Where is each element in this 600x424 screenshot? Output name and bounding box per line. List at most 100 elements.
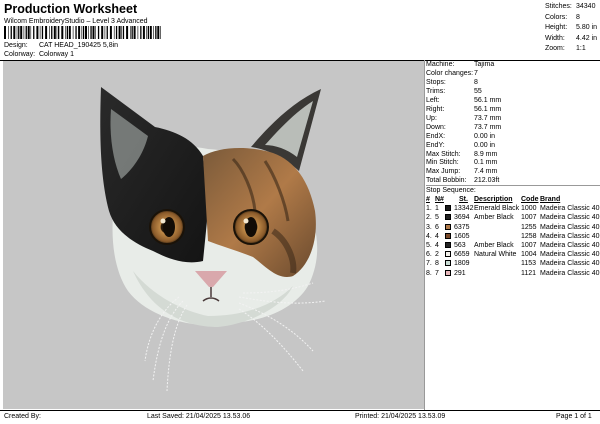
thread-color-swatch <box>445 214 451 221</box>
last-saved: Last Saved: 21/04/2025 13.53.06 <box>147 413 251 420</box>
needle-number: 6 <box>435 223 439 231</box>
stop-sequence-title: Stop Sequence: <box>426 185 600 194</box>
software-name: Wilcom EmbroideryStudio – Level 3 Advanc… <box>4 18 148 25</box>
barcode-bar <box>90 26 92 39</box>
thread-code: 1153 <box>521 260 537 268</box>
design-value: CAT HEAD_190425 5,8in <box>38 42 119 49</box>
machine-info-value: 7 <box>474 69 478 77</box>
stat-width: Width: 4.42 in <box>545 34 598 42</box>
barcode-bar <box>27 26 30 39</box>
machine-info-value: 8 <box>474 78 478 86</box>
barcode-bar <box>155 26 157 39</box>
machine-info-row: Stops: 8 <box>426 79 501 88</box>
barcode-bar <box>56 26 58 39</box>
barcode-bar <box>109 26 112 39</box>
barcode-bar <box>18 26 20 39</box>
thread-code: 1121 <box>521 269 537 277</box>
barcode-bar <box>133 26 136 39</box>
machine-info-label: Max Jump: <box>426 168 461 176</box>
barcode-bar <box>78 26 81 39</box>
thread-color-swatch <box>445 205 451 212</box>
barcode-bar <box>140 26 142 39</box>
barcode-bar <box>68 26 71 39</box>
colorway-value: Colorway 1 <box>38 51 74 58</box>
thread-brand: Madeira Classic 40 <box>540 214 600 222</box>
machine-info-value: 8.9 mm <box>474 150 498 158</box>
thread-color-swatch <box>445 232 451 239</box>
thread-brand: Madeira Classic 40 <box>540 269 600 277</box>
barcode-bar <box>104 26 106 39</box>
colorway-row: Colorway: Colorway 1 <box>4 51 74 58</box>
design-row: Design: CAT HEAD_190425 5,8in <box>4 42 118 49</box>
barcode-bar <box>113 26 115 39</box>
stop-index: 3. <box>426 223 432 231</box>
thread-description: Amber Black <box>474 214 514 222</box>
barcode-bar <box>13 26 16 39</box>
machine-info-label: Min Stitch: <box>426 159 459 167</box>
stop-index: 8. <box>426 269 432 277</box>
stitch-count: 3694 <box>454 214 470 222</box>
barcode-bar <box>142 26 145 39</box>
thread-brand: Madeira Classic 40 <box>540 251 600 259</box>
barcode-bar <box>36 26 39 39</box>
header-code: Code <box>521 196 539 203</box>
machine-info-label: Right: <box>426 105 445 113</box>
cat-head-embroidery-image <box>100 87 326 392</box>
machine-info-value: 55 <box>474 87 482 95</box>
machine-info-value: 0.1 mm <box>474 159 498 167</box>
thread-color-swatch <box>445 269 451 276</box>
stitch-count: 1605 <box>454 232 470 240</box>
thread-description: Emerald Black <box>474 205 520 213</box>
machine-info-row: Right: 56.1 mm <box>426 106 501 115</box>
needle-number: 2 <box>435 251 439 259</box>
machine-info-value: Tajima <box>474 61 495 68</box>
barcode-bar <box>115 26 118 39</box>
barcode-bar <box>81 26 83 39</box>
barcode-bar <box>101 26 104 39</box>
stop-index: 2. <box>426 214 432 222</box>
thread-code: 1004 <box>521 251 537 259</box>
barcode-bar <box>23 26 25 39</box>
machine-info-value: 56.1 mm <box>474 105 502 113</box>
machine-info-label: Max Stitch: <box>426 150 461 158</box>
stat-colors: Colors: 8 <box>545 13 580 21</box>
stitch-count: 1809 <box>454 260 470 268</box>
design-label: Design: <box>4 42 28 49</box>
barcode-bar <box>4 26 6 39</box>
machine-info-label: Down: <box>426 123 446 131</box>
stat-zoom: Zoom: 1:1 <box>545 45 586 53</box>
barcode-bar <box>118 26 121 39</box>
thread-color-swatch <box>445 260 451 267</box>
barcode-bar <box>92 26 95 39</box>
needle-number: 8 <box>435 260 439 268</box>
page-number: Page 1 of 1 <box>556 413 592 420</box>
colorway-label: Colorway: <box>4 51 36 58</box>
machine-info-row: Down: 73.7 mm <box>426 124 501 133</box>
barcode-bar <box>25 26 27 39</box>
thread-brand: Madeira Classic 40 <box>540 205 600 213</box>
panel-divider <box>424 60 425 410</box>
stitch-count: 291 <box>454 269 466 277</box>
machine-info-value: 212.03ft <box>474 177 500 185</box>
barcode-bar <box>58 26 60 39</box>
thread-code: 1007 <box>521 214 537 222</box>
needle-number: 1 <box>435 205 439 213</box>
barcode-bar <box>146 26 147 39</box>
needle-number: 4 <box>435 232 439 240</box>
thread-brand: Madeira Classic 40 <box>540 241 600 249</box>
machine-info: Machine: Tajima Color changes:7 Stops: 8 Trim… <box>426 61 501 186</box>
header-index: # <box>426 196 430 203</box>
barcode-bar <box>122 26 125 39</box>
machine-info-row: Up: 73.7 mm <box>426 115 501 124</box>
barcode-bar <box>10 26 12 39</box>
design-preview[interactable] <box>3 61 424 409</box>
barcode-bar <box>20 26 23 39</box>
machine-info-value: 0.00 in <box>474 132 496 140</box>
page-title: Production Worksheet <box>4 2 138 16</box>
thread-code: 1007 <box>521 241 537 249</box>
barcode-bar <box>88 26 89 39</box>
barcode-bar <box>97 26 100 39</box>
thread-code: 1258 <box>521 232 537 240</box>
machine-info-row: Max Stitch: 8.9 mm <box>426 151 501 160</box>
barcode-bar <box>157 26 160 39</box>
